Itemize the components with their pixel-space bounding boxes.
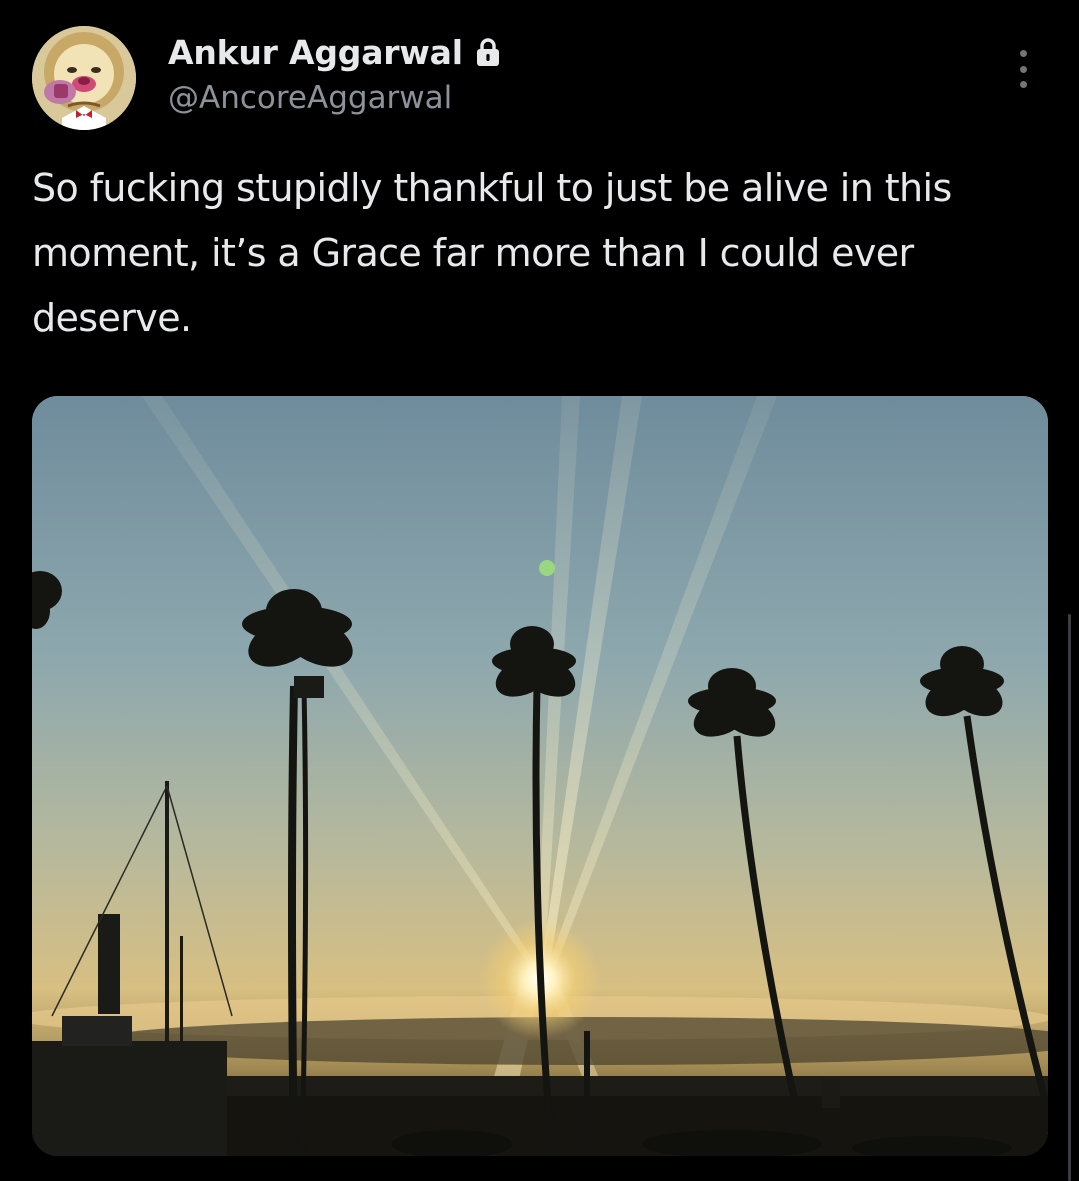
display-name[interactable]: Ankur Aggarwal [168, 33, 463, 72]
more-options-icon[interactable] [1008, 46, 1038, 92]
tweet-text: So fucking stupidly thankful to just be … [32, 166, 952, 340]
dot [1019, 50, 1027, 57]
lion-avatar-icon [32, 26, 136, 130]
tweet: Ankur Aggarwal @AncoreAggarwal So fuckin… [0, 0, 1079, 1181]
scrollbar[interactable] [1068, 614, 1071, 1181]
dot [1019, 65, 1027, 73]
user-handle[interactable]: @AncoreAggarwal [168, 80, 452, 116]
tweet-photo[interactable] [32, 396, 1048, 1156]
lock-icon [475, 37, 501, 67]
avatar[interactable] [32, 26, 136, 130]
name-row: Ankur Aggarwal [168, 28, 501, 76]
sunset-palm-trees-photo [32, 396, 1048, 1156]
dot [1019, 81, 1027, 88]
